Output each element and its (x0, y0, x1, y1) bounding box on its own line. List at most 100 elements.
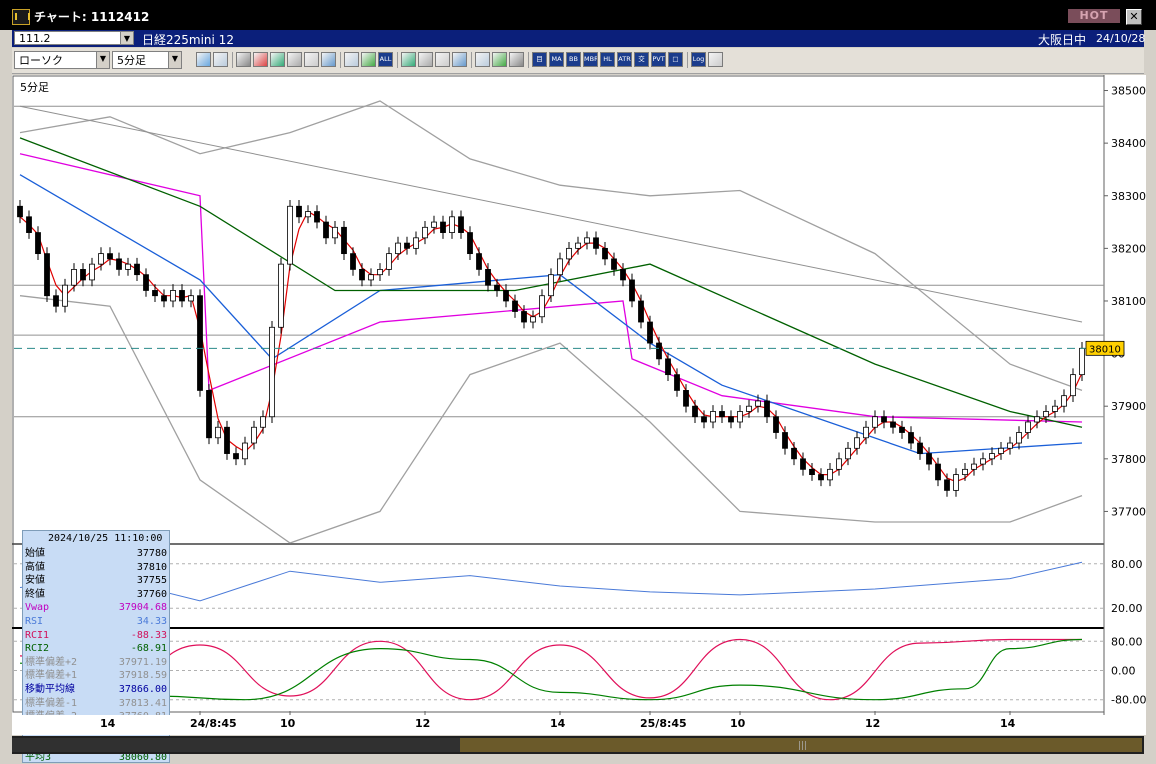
toolbar-separator (687, 52, 688, 68)
scroll-overview (12, 738, 460, 752)
candle-body (1034, 416, 1040, 423)
candle-body (1070, 374, 1076, 397)
interval-value: 5分足 (117, 54, 146, 67)
candle-body (1079, 347, 1085, 376)
settings-icon[interactable] (475, 52, 490, 67)
hand-icon[interactable] (287, 52, 302, 67)
info-row: 始値 37780 (25, 547, 167, 560)
candle-body (935, 463, 941, 481)
window-title: チャート: 1112412 (34, 10, 150, 24)
candle-body (71, 269, 77, 286)
toolbar-separator (528, 52, 529, 68)
info-row: 標準偏差-1 37813.41 (25, 697, 167, 710)
candle-body (584, 237, 590, 244)
price-tick-label: 38100 (1111, 295, 1146, 308)
zoom-icon[interactable] (196, 52, 211, 67)
mbr-icon[interactable]: MBR (583, 52, 598, 67)
candle-body (404, 242, 410, 249)
candle-body (602, 247, 608, 260)
candle-body (89, 263, 95, 281)
time-scrollbar[interactable]: ||| (12, 736, 1144, 754)
chevron-down-icon[interactable]: ▼ (120, 32, 133, 44)
bb-icon[interactable]: BB (566, 52, 581, 67)
candle-body (323, 221, 329, 239)
chevron-down-icon[interactable]: ▼ (168, 52, 181, 68)
brush-icon[interactable] (492, 52, 507, 67)
table-icon[interactable]: 目 (532, 52, 547, 67)
chart-type-select[interactable]: ローソク ▼ (14, 51, 110, 69)
pen-icon[interactable] (236, 52, 251, 67)
candle-body (854, 437, 860, 449)
line-icon[interactable] (253, 52, 268, 67)
interval-select[interactable]: 5分足 ▼ (112, 51, 182, 69)
time-tick-label: 12 (865, 717, 881, 730)
candle-body (575, 242, 581, 249)
info-row-value: -88.33 (130, 629, 167, 641)
trash-icon[interactable] (321, 52, 336, 67)
price-tick-label: 38500 (1111, 85, 1146, 98)
scroll-grip-icon[interactable]: ||| (798, 741, 807, 751)
print-icon[interactable] (304, 52, 319, 67)
palette-icon[interactable] (509, 52, 524, 67)
time-tick-label: 12 (415, 717, 431, 730)
candle-body (431, 221, 437, 228)
hl-icon[interactable]: HL (600, 52, 615, 67)
mark-icon[interactable] (401, 52, 416, 67)
candle-body (872, 416, 878, 428)
candle-body (647, 321, 653, 344)
hot-button[interactable]: HOT (1068, 9, 1120, 23)
rect-icon[interactable]: □ (668, 52, 683, 67)
chart-canvas[interactable]: 3850038400383003820038100003790037800377… (12, 75, 1146, 715)
bar-icon[interactable] (344, 52, 359, 67)
candle-body (962, 468, 968, 476)
close-icon[interactable]: ✕ (1126, 9, 1142, 25)
candle-body (926, 453, 932, 465)
target-icon[interactable] (418, 52, 433, 67)
candle-body (782, 432, 788, 449)
cursor-icon[interactable] (270, 52, 285, 67)
candle-body (863, 426, 869, 439)
candle-body (476, 253, 482, 270)
all-icon[interactable]: ALL (378, 52, 393, 67)
interval-label: 5分足 (20, 81, 49, 94)
crosshair-icon[interactable] (213, 52, 228, 67)
symbol-code: 111.2 (19, 32, 51, 45)
log-icon[interactable]: Log (691, 52, 706, 67)
pvt-icon[interactable]: PVT (651, 52, 666, 67)
candle-body (764, 400, 770, 418)
info-row-label: 標準偏差+2 (25, 656, 78, 668)
ma-icon[interactable]: MA (549, 52, 564, 67)
candle-body (656, 342, 662, 360)
candle-body (179, 290, 185, 302)
dim-icon[interactable] (452, 52, 467, 67)
rsi-level-label: 80.00 (1111, 558, 1143, 571)
time-tick-label: 10 (730, 717, 746, 730)
candle-icon[interactable] (361, 52, 376, 67)
chevron-down-icon[interactable]: ▼ (96, 52, 109, 68)
candle-body (566, 247, 572, 260)
chart-area[interactable]: 3850038400383003820038100003790037800377… (12, 75, 1146, 763)
market-date: 24/10/28 (1096, 32, 1146, 45)
instrument-name: 日経225mini 12 (142, 33, 234, 47)
cross-icon[interactable]: 交 (634, 52, 649, 67)
candle-body (1025, 421, 1031, 433)
candle-body (242, 442, 248, 460)
overlay-line (19, 295, 1083, 544)
candle-body (1007, 442, 1013, 449)
candle-body (485, 269, 491, 286)
candle-body (440, 221, 446, 233)
info-row-label: 始値 (25, 548, 45, 559)
candle-body (251, 426, 257, 444)
candle-body (260, 416, 266, 428)
candle-body (449, 216, 455, 233)
symbol-select[interactable]: 111.2 ▼ (14, 31, 134, 45)
candle-body (1043, 411, 1049, 418)
toolbar-separator (471, 52, 472, 68)
info-row: RCI1 -88.33 (25, 629, 167, 642)
plus-icon[interactable] (435, 52, 450, 67)
export-icon[interactable] (708, 52, 723, 67)
rsi-line (19, 561, 1083, 602)
candle-body (980, 458, 986, 465)
atr-icon[interactable]: ATR (617, 52, 632, 67)
price-tick-label: 38200 (1111, 242, 1146, 255)
